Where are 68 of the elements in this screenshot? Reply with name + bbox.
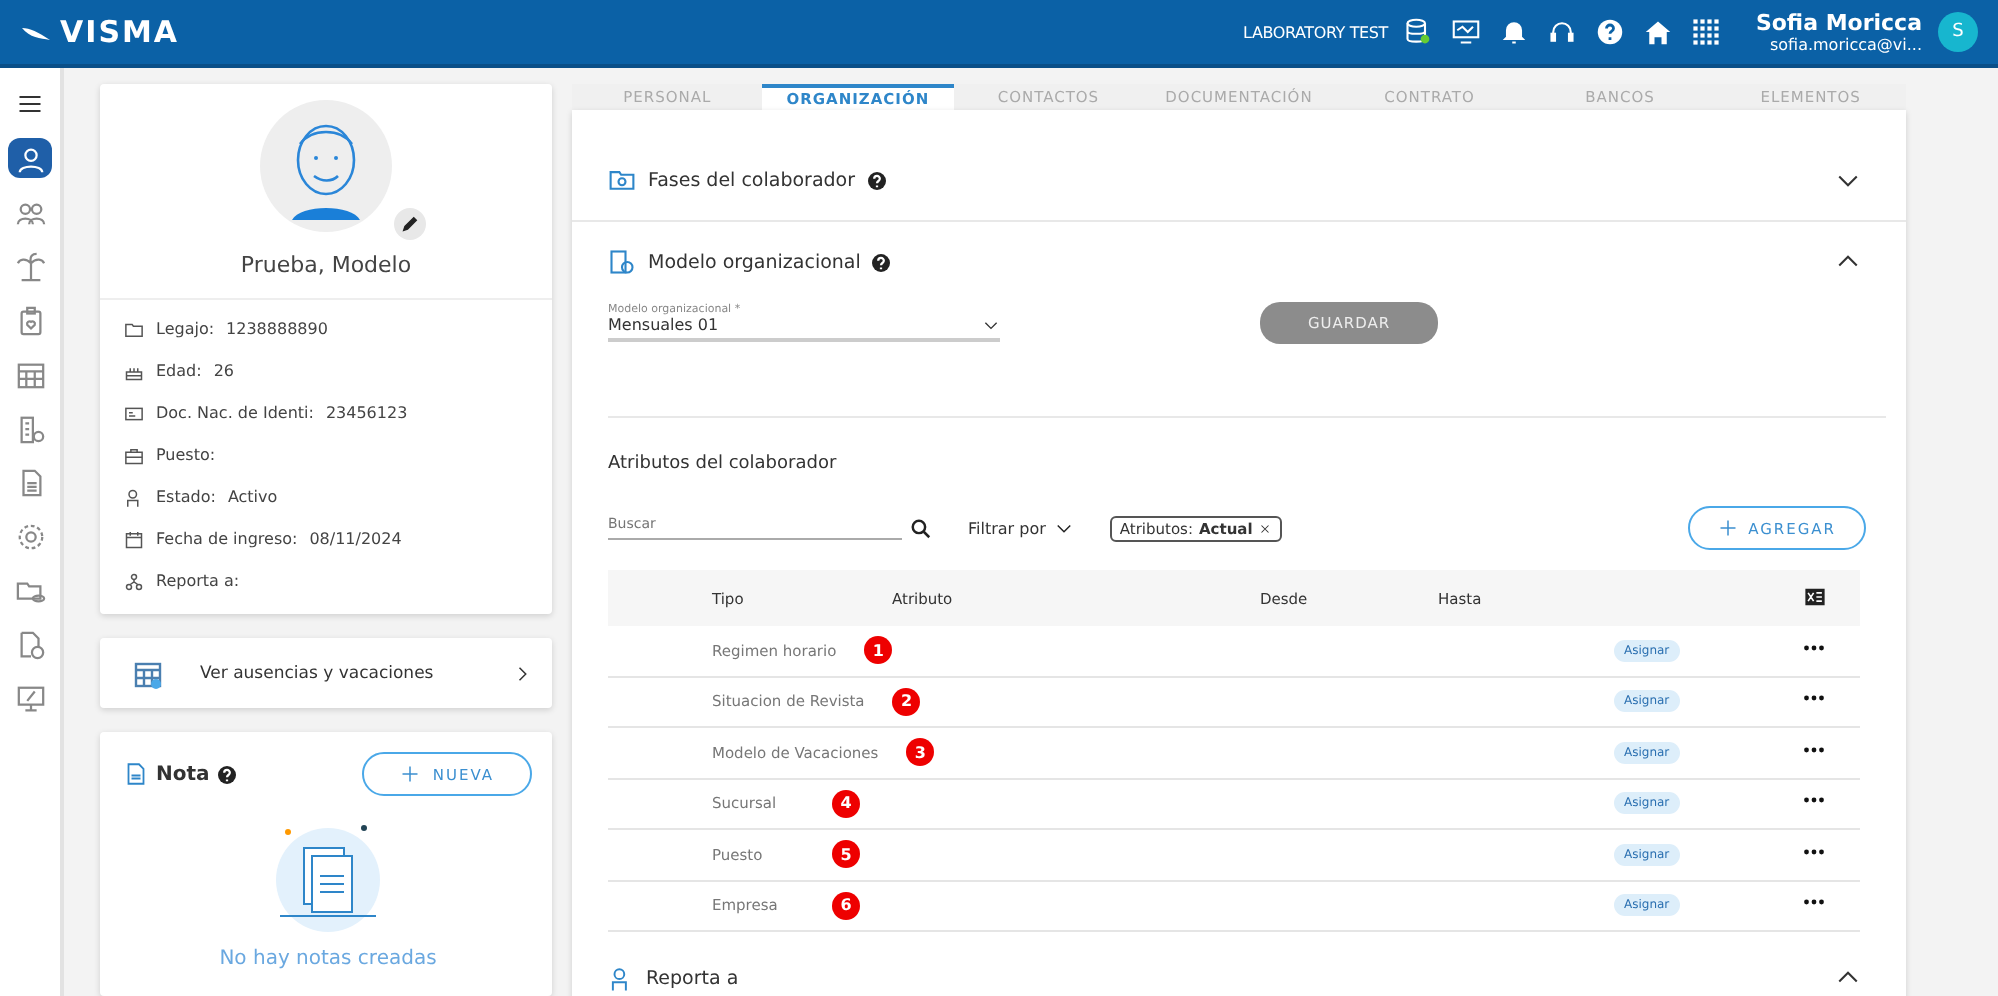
attributes-title: Atributos del colaborador — [608, 454, 839, 474]
sidebar-item[interactable] — [8, 138, 52, 178]
home-icon — [1643, 18, 1672, 46]
number-badge: 4 — [832, 789, 860, 818]
section-title: Modelo organizacional — [648, 251, 861, 273]
plus-icon — [1718, 518, 1739, 538]
id-icon — [124, 403, 144, 423]
user-avatar[interactable]: S — [1938, 12, 1978, 52]
person-icon — [15, 143, 45, 173]
folder-icon — [124, 319, 144, 339]
help-icon — [1595, 18, 1624, 46]
notes-title: Nota — [156, 763, 210, 785]
avatar-drawing — [260, 100, 392, 232]
field-label: Puesto: — [156, 446, 216, 464]
calendar-icon — [124, 529, 144, 549]
building-icon — [15, 413, 45, 443]
excel-icon — [1803, 585, 1825, 607]
number-badge: 6 — [832, 891, 860, 920]
field-label: Estado: — [156, 488, 216, 506]
field-value: Activo — [227, 488, 278, 506]
employee-name: Prueba, Modelo — [240, 252, 412, 278]
visma-logo: VISMA — [20, 14, 180, 50]
palm-icon — [15, 251, 45, 281]
menu-icon — [16, 90, 44, 118]
org-icon — [124, 571, 144, 591]
calendar-icon — [15, 359, 45, 389]
section-title: Reporta a — [646, 967, 739, 989]
field-value: 08/11/2024 — [309, 530, 402, 548]
folder-icon — [608, 166, 636, 194]
filter-label: Filtrar por — [968, 519, 1046, 537]
field-value: 26 — [213, 362, 234, 380]
headset-icon — [1547, 18, 1576, 46]
monitor-icon — [15, 683, 45, 713]
briefcase-icon — [124, 445, 144, 465]
gear-icon — [15, 521, 45, 551]
people-icon — [15, 197, 45, 227]
help-icon — [867, 171, 886, 189]
edit-button[interactable] — [394, 208, 426, 240]
number-badge: 3 — [906, 738, 935, 767]
field-label: Reporta a: — [156, 572, 240, 590]
monitor-icon — [1451, 18, 1480, 46]
help-icon — [872, 253, 891, 271]
search-icon — [910, 517, 932, 539]
plus-icon — [400, 764, 421, 784]
database-icon — [1403, 18, 1432, 46]
user-email: sofia.moricca@vi... — [1769, 36, 1922, 54]
pencil-icon — [400, 214, 420, 234]
note-icon — [124, 762, 148, 786]
apps-grid-icon — [1691, 18, 1720, 46]
number-badge: 5 — [832, 840, 860, 869]
person-icon — [124, 487, 144, 507]
number-badge: 1 — [864, 636, 893, 665]
number-badge: 2 — [892, 687, 921, 716]
absences-link[interactable]: Ver ausencias y vacaciones — [100, 638, 552, 708]
field-value: 1238888890 — [226, 320, 328, 338]
field-label: Fecha de ingreso: — [156, 530, 298, 548]
calendar-icon — [132, 657, 164, 689]
empty-notes-message: No hay notas creadas — [219, 948, 437, 970]
field-label: Doc. Nac. de Identi: — [156, 404, 314, 422]
bell-icon — [1499, 18, 1528, 46]
environment-label: LABORATORY TEST — [1243, 23, 1388, 41]
field-label: Edad: — [156, 362, 202, 380]
help-icon — [217, 765, 236, 783]
close-icon — [1258, 521, 1273, 535]
section-title: Fases del colaborador — [648, 169, 856, 191]
field-value: 23456123 — [325, 404, 408, 422]
user-name: Sofia Moricca — [1755, 10, 1922, 36]
field-label: Legajo: — [156, 320, 215, 338]
